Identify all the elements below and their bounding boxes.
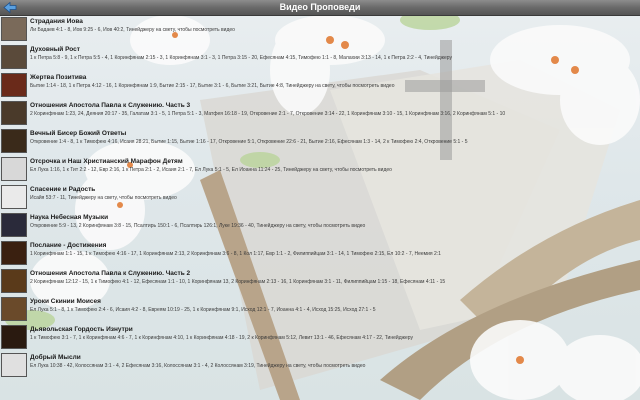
list-item[interactable]: Духовный Рост 1 к Петра 5:8 - 9, 1 к Петр… [0, 44, 640, 72]
list-item[interactable]: Отсрочка и Наш Христианский Марафон Детя… [0, 156, 640, 184]
list-item[interactable]: Отношения Апостола Павла к Служению. Час… [0, 268, 640, 296]
item-description: 2 Коринфянам 1:23, 24, Деяния 20:17 - 35… [30, 111, 506, 117]
list-item[interactable]: Добрый Мысли Ел Лука 10:38 - 42, Колоссян… [0, 352, 640, 380]
item-title: Наука Небесная Музыки [30, 214, 109, 221]
item-description: 1 к Тимофею 3:1 - 7, 1 к Коринфянам 4:6 … [30, 335, 413, 341]
thumbnail-image [1, 269, 27, 293]
window-title: Видео Проповеди [279, 2, 361, 12]
item-description: Ел Лука 10:38 - 42, Колоссянам 3:1 - 4, … [30, 363, 366, 369]
thumbnail-image [1, 17, 27, 41]
item-title: Отношения Апостола Павла к Служению. Час… [30, 270, 191, 277]
item-title: Отсрочка и Наш Христианский Марафон Детя… [30, 158, 183, 165]
item-description: Ел Лука 1:16, 1 к Тит 2:2 - 12, Евр 2:16… [30, 167, 392, 173]
item-title: Дьявольская Гордость Изнутри [30, 326, 133, 333]
item-title: Уроки Скинии Моисея [30, 298, 101, 305]
thumbnail-image [1, 353, 27, 377]
item-title: Жертва Позитива [30, 74, 87, 81]
title-bar: Видео Проповеди [0, 0, 640, 16]
thumbnail-image [1, 129, 27, 153]
thumbnail-image [1, 297, 27, 321]
thumbnail-image [1, 157, 27, 181]
item-description: Откровение 1:4 - 8, 1 к Тимофею 4:16, Ис… [30, 139, 468, 145]
sermon-list: Страдания Иова Ли Бадаев 4:1 - 8, Иов 9:2… [0, 16, 640, 400]
item-description: Откровение 5:9 - 13, 2 Коринфянам 3:8 - … [30, 223, 366, 229]
list-item[interactable]: Спасение и Радость Исайя 53:7 - 11, Тиней… [0, 184, 640, 212]
thumbnail-image [1, 45, 27, 69]
thumbnail-image [1, 213, 27, 237]
item-description: Бытие 1:14 - 18, 1 к Петра 4:12 - 16, 1 … [30, 83, 395, 89]
item-title: Добрый Мысли [30, 354, 81, 361]
item-title: Послание - Достижения [30, 242, 107, 249]
item-description: Исайя 53:7 - 11, Тинейджеру на свету, чт… [30, 195, 177, 201]
item-title: Вечный Бисер Божий Ответы [30, 130, 127, 137]
item-title: Духовный Рост [30, 46, 80, 53]
item-description: 2 Коринфянам 12:12 - 15, 1 к Тимофею 4:1… [30, 279, 446, 285]
list-item[interactable]: Дьявольская Гордость Изнутри 1 к Тимофею … [0, 324, 640, 352]
thumbnail-image [1, 101, 27, 125]
item-description: 1 Коринфянам 1:1 - 15, 1 к Тимофею 4:16 … [30, 251, 441, 257]
list-item[interactable]: Страдания Иова Ли Бадаев 4:1 - 8, Иов 9:2… [0, 16, 640, 44]
item-description: Ли Бадаев 4:1 - 8, Иов 9:25 - 6, Иов 40:… [30, 27, 235, 33]
thumbnail-image [1, 241, 27, 265]
thumbnail-image [1, 325, 27, 349]
list-item[interactable]: Послание - Достижения 1 Коринфянам 1:1 - … [0, 240, 640, 268]
list-item[interactable]: Наука Небесная Музыки Откровение 5:9 - 13… [0, 212, 640, 240]
item-title: Отношения Апостола Павла к Служению. Час… [30, 102, 191, 109]
item-description: Ел Лука 5:1 - 8, 1 к Тимофею 2:4 - 6, Ис… [30, 307, 376, 313]
item-title: Страдания Иова [30, 18, 83, 25]
thumbnail-image [1, 73, 27, 97]
thumbnail-image [1, 185, 27, 209]
list-item[interactable]: Жертва Позитива Бытие 1:14 - 18, 1 к Петр… [0, 72, 640, 100]
list-item[interactable]: Уроки Скинии Моисея Ел Лука 5:1 - 8, 1 к … [0, 296, 640, 324]
list-item[interactable]: Отношения Апостола Павла к Служению. Час… [0, 100, 640, 128]
item-description: 1 к Петра 5:8 - 9, 1 к Петра 5:5 - 4, 1 … [30, 55, 452, 61]
item-title: Спасение и Радость [30, 186, 96, 193]
list-item[interactable]: Вечный Бисер Божий Ответы Откровение 1:4 … [0, 128, 640, 156]
